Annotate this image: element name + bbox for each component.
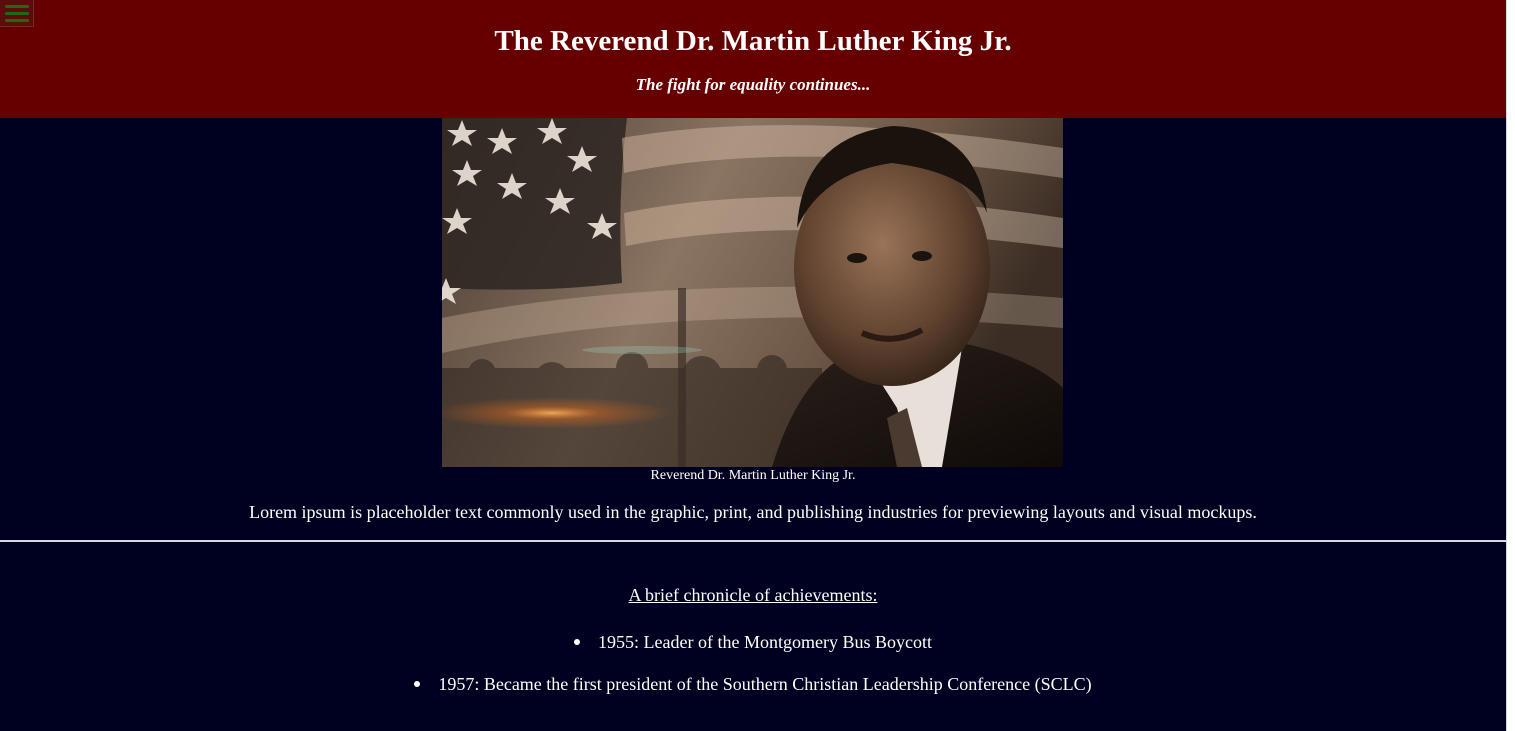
vertical-scrollbar[interactable] — [1506, 0, 1515, 731]
hero-caption: Reverend Dr. Martin Luther King Jr. — [650, 468, 856, 483]
hero-figure — [442, 118, 1063, 467]
list-item: 1957: Became the first president of the … — [0, 672, 1506, 714]
section-divider — [0, 540, 1506, 542]
list-item-text: 1955: Leader of the Montgomery Bus Boyco… — [598, 632, 932, 652]
menu-bar-middle — [5, 12, 29, 15]
intro-paragraph: Lorem ipsum is placeholder text commonly… — [249, 502, 1257, 522]
site-tagline: The fight for equality continues... — [635, 75, 871, 94]
page: The Reverend Dr. Martin Luther King Jr. … — [0, 0, 1506, 731]
hero-portrait-image — [442, 118, 1063, 467]
chronicle-heading: A brief chronicle of achievements: — [628, 585, 878, 605]
bullet-icon — [574, 638, 581, 645]
bullet-icon — [414, 680, 421, 687]
achievements-list: 1955: Leader of the Montgomery Bus Boyco… — [0, 630, 1506, 714]
menu-bar-top — [5, 5, 29, 8]
page-title: The Reverend Dr. Martin Luther King Jr. — [494, 25, 1012, 57]
list-item: 1955: Leader of the Montgomery Bus Boyco… — [0, 630, 1506, 672]
list-item-text: 1957: Became the first president of the … — [438, 674, 1092, 694]
site-header: The Reverend Dr. Martin Luther King Jr. … — [0, 0, 1506, 118]
